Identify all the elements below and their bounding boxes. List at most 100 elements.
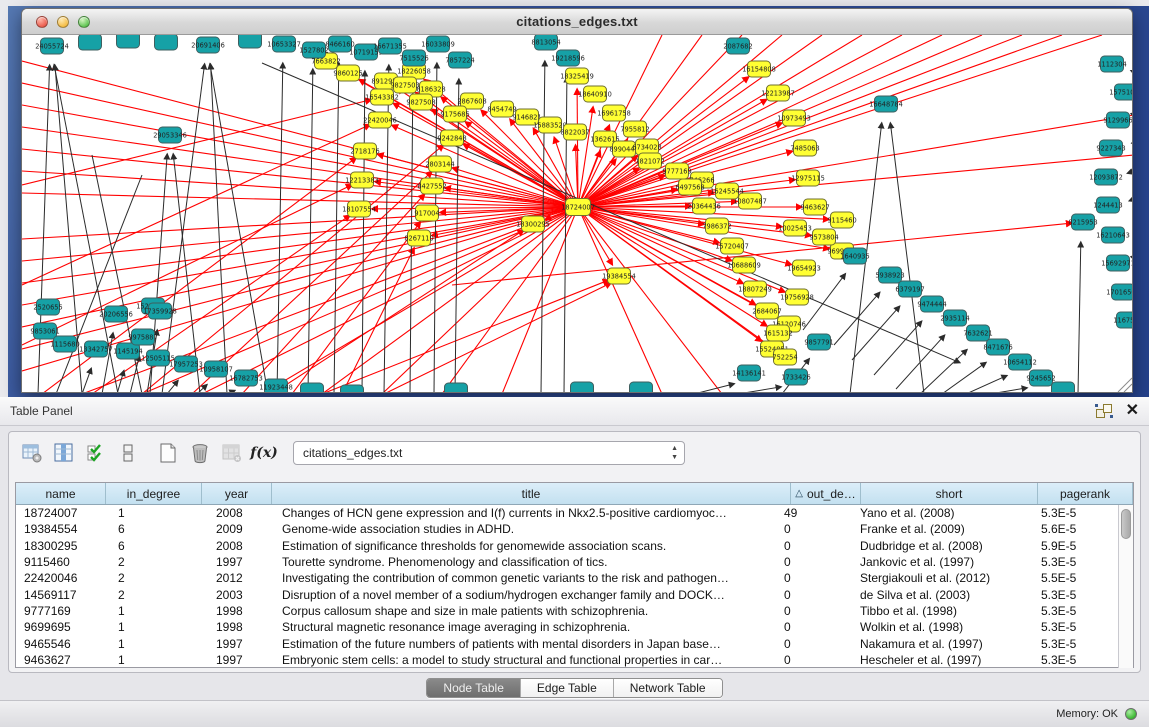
resize-grip-icon[interactable] bbox=[1118, 378, 1132, 392]
graph-node[interactable]: 10958107 bbox=[199, 361, 233, 377]
cell-short[interactable]: Yano et al. (2008) bbox=[846, 506, 1023, 520]
tab-network-table[interactable]: Network Table bbox=[614, 679, 722, 697]
graph-node[interactable]: 1167534 bbox=[1113, 312, 1133, 328]
graph-node[interactable]: 9857791 bbox=[804, 334, 833, 350]
cell-title[interactable]: Estimation of significance thresholds fo… bbox=[272, 539, 776, 553]
cell-in_degree[interactable]: 1 bbox=[106, 653, 202, 667]
table-row[interactable]: 969969511998Structural magnetic resonanc… bbox=[16, 619, 1118, 635]
graph-node[interactable] bbox=[1052, 382, 1075, 393]
cell-in_degree[interactable]: 6 bbox=[106, 522, 202, 536]
cell-name[interactable]: 22420046 bbox=[16, 571, 106, 585]
graph-node[interactable]: 8267110 bbox=[404, 230, 433, 246]
split-view-icon[interactable] bbox=[115, 440, 141, 466]
graph-node[interactable]: 9115460 bbox=[827, 212, 856, 228]
cell-year[interactable]: 1997 bbox=[202, 637, 272, 651]
table-row[interactable]: 911546021997Tourette syndrome. Phenomeno… bbox=[16, 554, 1118, 570]
graph-node[interactable]: 1615132 bbox=[763, 325, 792, 341]
graph-node[interactable]: 12093872 bbox=[1089, 169, 1123, 185]
graph-node[interactable] bbox=[445, 383, 468, 393]
graph-node[interactable]: 1112304 bbox=[1097, 56, 1126, 72]
cell-short[interactable]: Nakamura et al. (1997) bbox=[846, 637, 1023, 651]
graph-node[interactable]: 1640935 bbox=[840, 248, 869, 264]
graph-node[interactable]: 9860125 bbox=[333, 65, 362, 81]
graph-node[interactable] bbox=[301, 383, 324, 393]
cell-pagerank[interactable]: 5.6E-5 bbox=[1023, 522, 1118, 536]
graph-node[interactable]: 9573804 bbox=[809, 229, 838, 245]
graph-node[interactable]: 19756928 bbox=[780, 289, 814, 305]
cell-year[interactable]: 2012 bbox=[202, 571, 272, 585]
table-row[interactable]: 946554611997Estimation of the future num… bbox=[16, 635, 1118, 651]
close-window-icon[interactable] bbox=[36, 16, 48, 28]
cell-title[interactable]: Tourette syndrome. Phenomenology and cla… bbox=[272, 555, 776, 569]
column-header-year[interactable]: year bbox=[202, 483, 272, 504]
graph-node[interactable]: 18325419 bbox=[560, 68, 594, 84]
cell-pagerank[interactable]: 5.3E-5 bbox=[1023, 653, 1118, 667]
column-header-name[interactable]: name bbox=[16, 483, 106, 504]
cell-year[interactable]: 1997 bbox=[202, 555, 272, 569]
scrollbar-thumb[interactable] bbox=[1121, 509, 1131, 539]
graph-node[interactable]: 29053346 bbox=[153, 127, 187, 143]
cell-pagerank[interactable]: 5.3E-5 bbox=[1023, 555, 1118, 569]
graph-node[interactable]: 15692971 bbox=[1101, 255, 1133, 271]
cell-year[interactable]: 2008 bbox=[202, 539, 272, 553]
table-row[interactable]: 1830029562008Estimation of significance … bbox=[16, 538, 1118, 554]
graph-node[interactable] bbox=[630, 382, 653, 393]
dropdown-spinner-icon[interactable]: ▲▼ bbox=[671, 444, 678, 462]
graph-node[interactable]: 24055724 bbox=[35, 38, 69, 54]
select-check-icon[interactable] bbox=[83, 440, 109, 466]
graph-node[interactable]: 1244413 bbox=[1093, 197, 1122, 213]
cell-name[interactable]: 19384554 bbox=[16, 522, 106, 536]
graph-node[interactable]: 16033809 bbox=[421, 36, 455, 52]
graph-node[interactable] bbox=[79, 35, 102, 50]
tab-node-table[interactable]: Node Table bbox=[427, 679, 521, 697]
cell-pagerank[interactable]: 5.3E-5 bbox=[1023, 506, 1118, 520]
graph-node[interactable] bbox=[155, 35, 178, 50]
cell-name[interactable]: 18300295 bbox=[16, 539, 106, 553]
cell-short[interactable]: de Silva et al. (2003) bbox=[846, 588, 1023, 602]
cell-year[interactable]: 1997 bbox=[202, 653, 272, 667]
show-column-icon[interactable] bbox=[51, 440, 77, 466]
cell-out_de[interactable]: 0 bbox=[776, 620, 846, 634]
cell-title[interactable]: Structural magnetic resonance image aver… bbox=[272, 620, 776, 634]
table-row[interactable]: 977716911998Corpus callosum shape and si… bbox=[16, 603, 1118, 619]
column-header-out_de[interactable]: △out_de… bbox=[791, 483, 861, 504]
network-view-window[interactable]: citations_edges.txt 18724007183002951938… bbox=[21, 8, 1133, 393]
cell-year[interactable]: 1998 bbox=[202, 620, 272, 634]
graph-node[interactable]: 20206556 bbox=[99, 306, 133, 322]
cell-pagerank[interactable]: 5.3E-5 bbox=[1023, 588, 1118, 602]
column-header-short[interactable]: short bbox=[861, 483, 1038, 504]
graph-node[interactable]: 2520655 bbox=[33, 299, 62, 315]
graph-node[interactable]: 9777169 bbox=[662, 163, 691, 179]
graph-node[interactable]: 11923448 bbox=[259, 379, 293, 393]
graph-node[interactable]: 9242848 bbox=[437, 130, 466, 146]
graph-node[interactable] bbox=[341, 385, 364, 393]
graph-node[interactable] bbox=[571, 382, 594, 393]
graph-node[interactable]: 9827503 bbox=[390, 77, 419, 93]
graph-node[interactable]: 17016504 bbox=[1106, 284, 1133, 300]
cell-out_de[interactable]: 0 bbox=[776, 571, 846, 585]
cell-title[interactable]: Disruption of a novel member of a sodium… bbox=[272, 588, 776, 602]
graph-node[interactable]: 7986372 bbox=[702, 218, 731, 234]
graph-node[interactable]: 9827508 bbox=[406, 94, 435, 110]
table-options-icon[interactable] bbox=[19, 440, 45, 466]
graph-node[interactable]: 15751074 bbox=[1109, 84, 1133, 100]
cell-title[interactable]: Corpus callosum shape and size in male p… bbox=[272, 604, 776, 618]
new-table-icon[interactable] bbox=[155, 440, 181, 466]
cell-in_degree[interactable]: 2 bbox=[106, 588, 202, 602]
cell-in_degree[interactable]: 1 bbox=[106, 637, 202, 651]
cell-short[interactable]: Jankovic et al. (1997) bbox=[846, 555, 1023, 569]
graph-node[interactable]: 10973493 bbox=[777, 110, 811, 126]
cell-name[interactable]: 9465546 bbox=[16, 637, 106, 651]
cell-pagerank[interactable]: 5.5E-5 bbox=[1023, 571, 1118, 585]
graph-node[interactable]: 2803144 bbox=[425, 156, 454, 172]
graph-node[interactable]: 16154808 bbox=[742, 61, 776, 77]
graph-node[interactable]: 19384554 bbox=[602, 268, 636, 284]
graph-node[interactable]: 10654112 bbox=[1003, 354, 1037, 370]
graph-node[interactable]: 752254 bbox=[772, 349, 797, 365]
cell-short[interactable]: Hescheler et al. (1997) bbox=[846, 653, 1023, 667]
cell-out_de[interactable]: 0 bbox=[776, 522, 846, 536]
network-window-titlebar[interactable]: citations_edges.txt bbox=[22, 9, 1132, 35]
cell-pagerank[interactable]: 5.3E-5 bbox=[1023, 637, 1118, 651]
column-header-title[interactable]: title bbox=[272, 483, 791, 504]
function-builder-icon[interactable]: f(x) bbox=[251, 440, 277, 466]
